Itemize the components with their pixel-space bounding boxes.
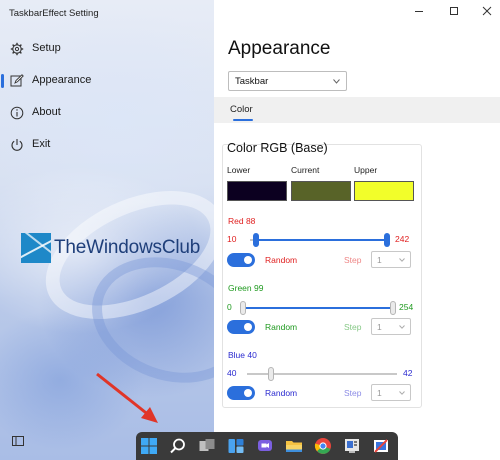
toggle-knob <box>244 389 252 397</box>
red-slider-track[interactable] <box>250 239 387 241</box>
red-random-toggle[interactable] <box>227 253 255 267</box>
annotation-arrow-icon <box>96 372 158 423</box>
green-step-label: Step <box>344 322 362 332</box>
file-explorer-icon[interactable] <box>285 437 303 455</box>
green-slider-track[interactable] <box>243 307 393 309</box>
green-step-select[interactable]: 1 <box>371 318 411 335</box>
blue-channel-title: Blue 40 <box>228 350 257 360</box>
red-step-select[interactable]: 1 <box>371 251 411 268</box>
swatch-upper[interactable] <box>354 181 414 201</box>
content-pane: Appearance Taskbar Color Color RGB (Base… <box>214 0 500 460</box>
red-random-label: Random <box>265 255 298 265</box>
blue-step-label: Step <box>344 388 362 398</box>
red-lower-thumb[interactable] <box>252 233 259 247</box>
chat-icon[interactable] <box>256 437 274 455</box>
close-icon[interactable] <box>479 4 495 18</box>
blue-lower-thumb[interactable] <box>268 367 274 381</box>
green-max-value: 254 <box>399 302 414 312</box>
page-title: Appearance <box>228 38 331 59</box>
green-min-value: 0 <box>227 302 232 312</box>
step-value: 1 <box>377 322 382 332</box>
blue-max-value: 42 <box>403 368 413 378</box>
swatch-label-upper: Upper <box>354 165 378 175</box>
blue-step-select[interactable]: 1 <box>371 384 411 401</box>
blue-min-value: 40 <box>227 368 237 378</box>
tab-color[interactable]: Color <box>230 104 253 115</box>
blue-random-label: Random <box>265 388 298 398</box>
swatch-current[interactable] <box>291 181 351 201</box>
toggle-knob <box>244 256 252 264</box>
step-value: 1 <box>377 255 382 265</box>
toggle-knob <box>244 323 252 331</box>
color-rgb-card: Color RGB (Base) Lower Current Upper Red… <box>222 141 422 408</box>
red-max-value: 242 <box>395 234 410 244</box>
taskbar <box>136 432 398 460</box>
target-dropdown[interactable]: Taskbar <box>228 71 347 91</box>
red-channel-title: Red 88 <box>228 216 256 226</box>
swatch-label-current: Current <box>291 165 320 175</box>
blue-random-toggle[interactable] <box>227 386 255 400</box>
green-slider-fill <box>243 307 393 309</box>
red-step-label: Step <box>344 255 362 265</box>
widgets-icon[interactable] <box>227 437 245 455</box>
maximize-icon[interactable] <box>446 4 462 18</box>
chevron-down-icon <box>399 258 405 262</box>
green-channel-title: Green 99 <box>228 283 264 293</box>
pane-toggle-icon[interactable] <box>12 436 24 446</box>
green-random-toggle[interactable] <box>227 320 255 334</box>
tab-strip: Color <box>214 97 500 123</box>
start-icon[interactable] <box>140 437 158 455</box>
chrome-icon[interactable] <box>314 437 332 455</box>
task-view-icon[interactable] <box>198 437 216 455</box>
green-random-label: Random <box>265 322 298 332</box>
tab-selected-indicator <box>233 119 253 121</box>
green-lower-thumb[interactable] <box>240 301 246 315</box>
red-upper-thumb[interactable] <box>384 233 390 247</box>
red-slider-fill <box>255 239 387 241</box>
chevron-down-icon <box>333 79 340 84</box>
navigation-pane: TaskbarEffect Setting Setup Appearance A… <box>0 0 214 460</box>
chevron-down-icon <box>399 391 405 395</box>
green-upper-thumb[interactable] <box>390 301 396 315</box>
minimize-icon[interactable] <box>411 4 427 18</box>
chevron-down-icon <box>399 325 405 329</box>
swatch-label-lower: Lower <box>227 165 251 175</box>
settings-app-icon[interactable] <box>343 437 361 455</box>
card-title: Color RGB (Base) <box>227 141 328 155</box>
swatch-lower[interactable] <box>227 181 287 201</box>
red-min-value: 10 <box>227 234 237 244</box>
step-value: 1 <box>377 388 382 398</box>
dropdown-value: Taskbar <box>235 76 269 87</box>
search-icon[interactable] <box>169 437 187 455</box>
snipping-tool-icon[interactable] <box>372 437 390 455</box>
